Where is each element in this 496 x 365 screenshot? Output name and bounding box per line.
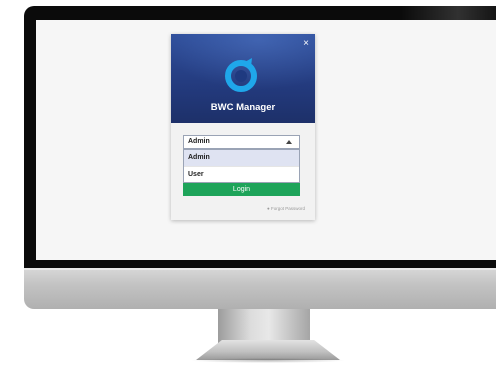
close-icon[interactable]: × bbox=[301, 39, 311, 49]
chevron-up-icon[interactable] bbox=[286, 140, 292, 144]
stand-shadow bbox=[190, 358, 346, 363]
monitor-stand-neck bbox=[218, 309, 310, 345]
role-option-admin[interactable]: Admin bbox=[184, 150, 299, 166]
forgot-password-link[interactable]: ● Forgot Password bbox=[267, 206, 305, 211]
role-select-value: Admin bbox=[188, 138, 210, 145]
role-dropdown-list: Admin User bbox=[183, 149, 300, 183]
dialog-body: Admin Admin User Login ● Forgot Password bbox=[171, 123, 315, 220]
role-option-user[interactable]: User bbox=[184, 166, 299, 182]
dialog-header: × BWC Manager bbox=[171, 34, 315, 123]
app-title: BWC Manager bbox=[210, 102, 276, 113]
forgot-password-label: Forgot Password bbox=[270, 206, 305, 211]
lock-icon: ● bbox=[267, 206, 270, 211]
bwc-logo-icon bbox=[225, 58, 257, 92]
login-button[interactable]: Login bbox=[183, 183, 300, 196]
monitor-chin bbox=[24, 268, 496, 309]
login-dialog: × BWC Manager Admin Admin User Login ● F… bbox=[171, 34, 315, 220]
chin-highlight bbox=[24, 268, 496, 270]
role-select[interactable]: Admin bbox=[183, 135, 300, 149]
